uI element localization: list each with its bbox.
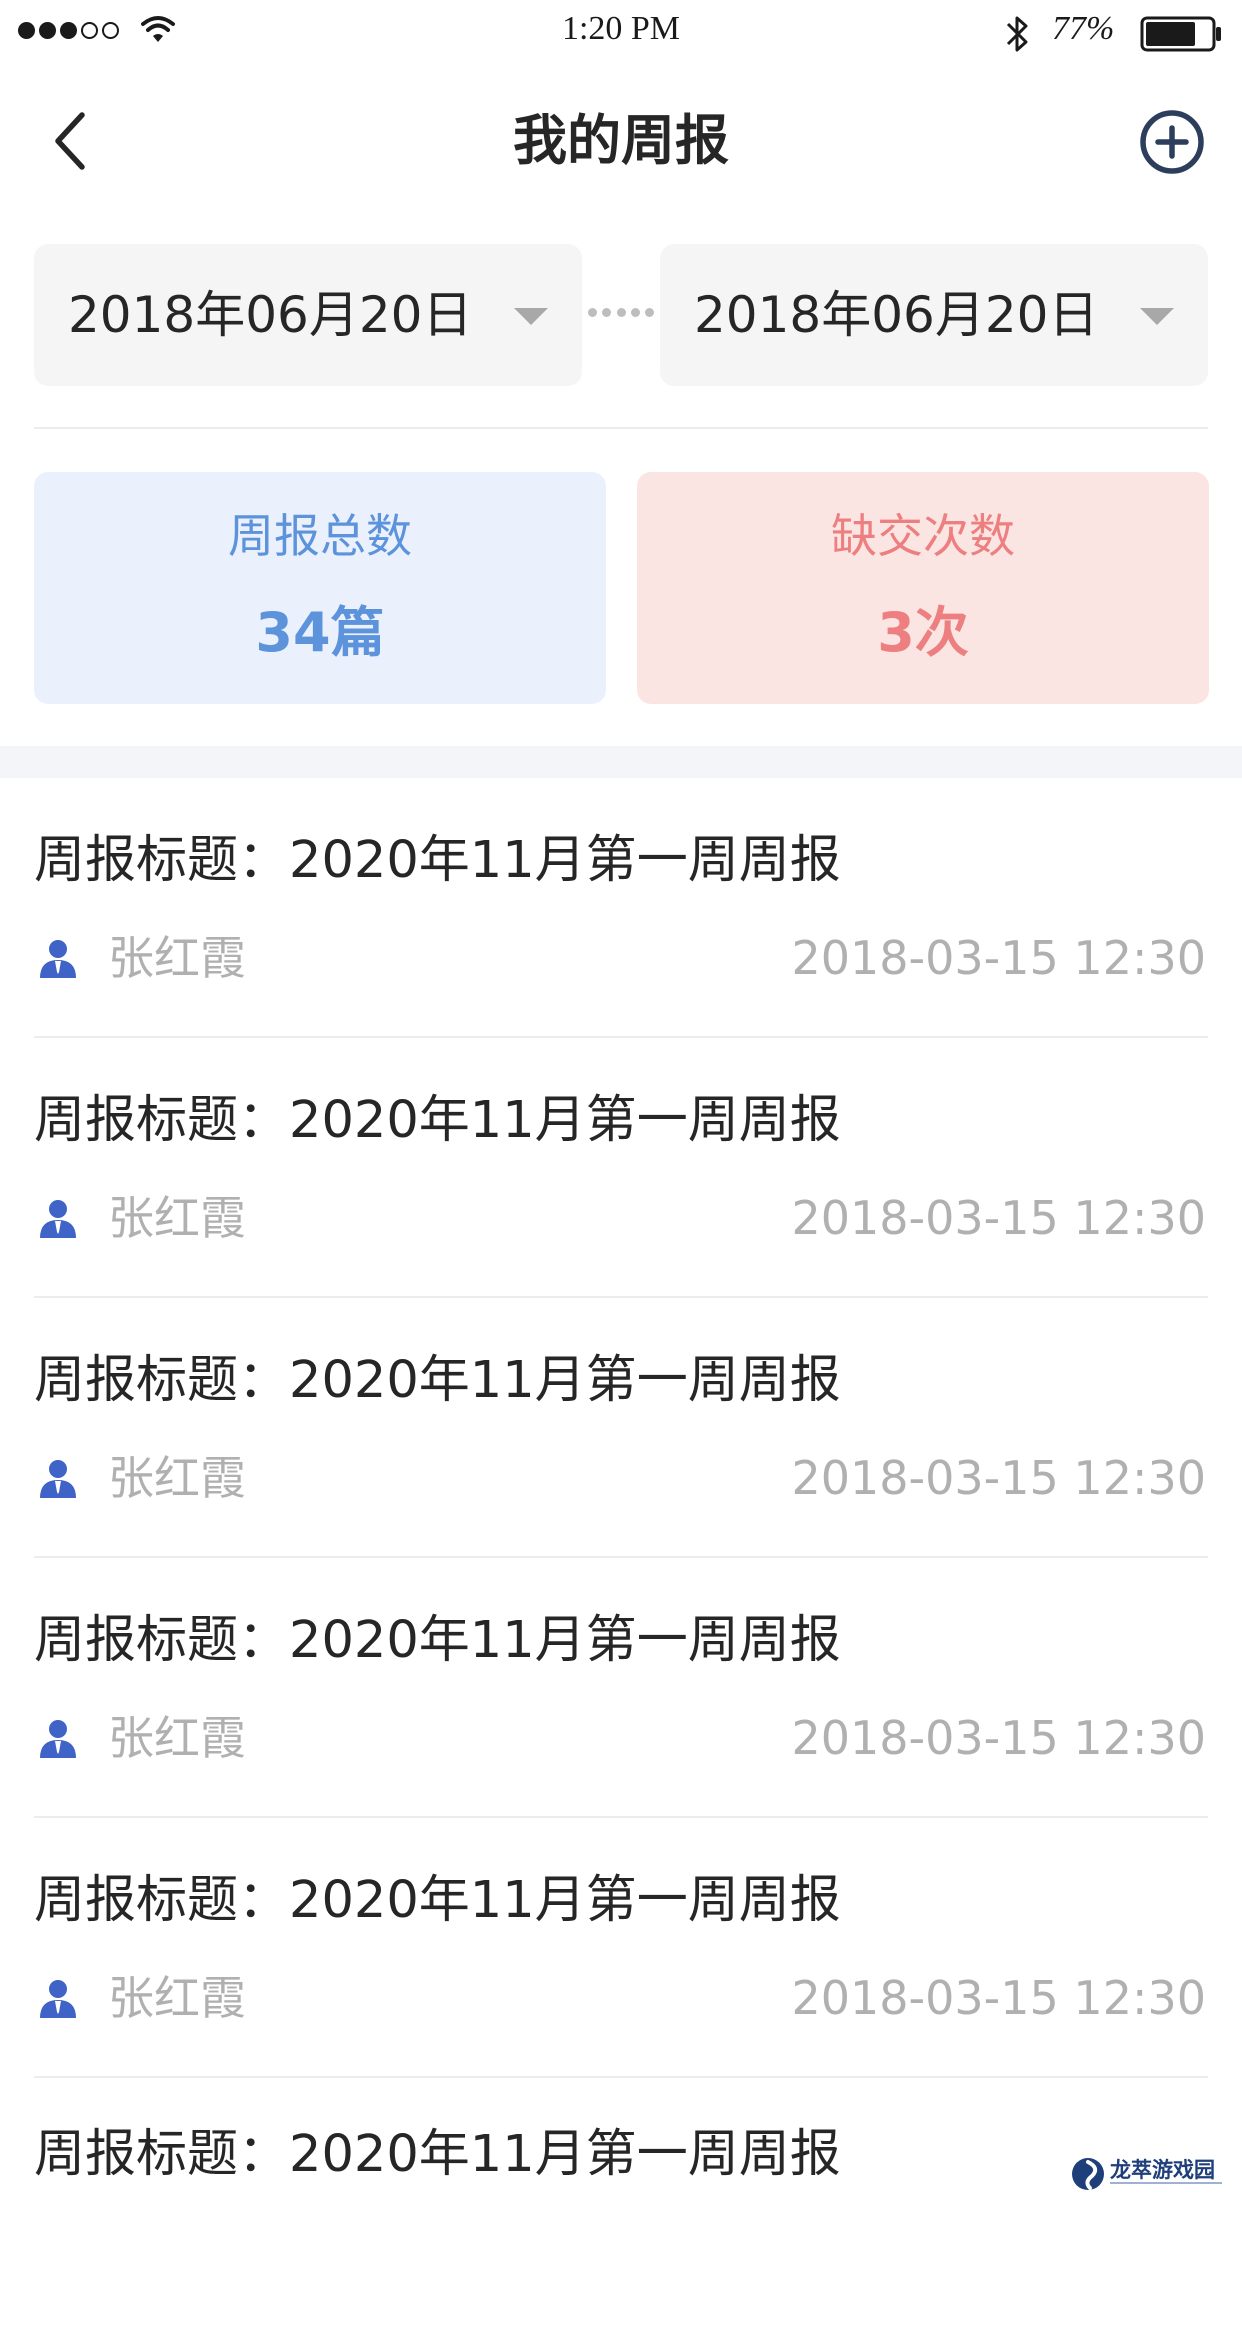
logo-icon bbox=[1072, 2158, 1104, 2190]
list-item[interactable]: 周报标题：2020年11月第一周周报 张红霞 2018-03-15 12:30 bbox=[0, 1298, 1242, 1558]
report-title: 周报标题：2020年11月第一周周报 bbox=[34, 1611, 841, 1670]
status-bar: 1:20 PM 77% bbox=[0, 0, 1242, 66]
report-time: 2018-03-15 12:30 bbox=[791, 1191, 1206, 1245]
nav-bar: 我的周报 bbox=[0, 76, 1242, 204]
section-separator bbox=[0, 746, 1242, 778]
end-date-select[interactable]: 2018年06月20日 bbox=[660, 244, 1208, 386]
watermark-underline bbox=[1110, 2182, 1222, 2184]
missed-reports-card: 缺交次数 3次 bbox=[637, 472, 1209, 704]
date-range-filter: 2018年06月20日 2018年06月20日 bbox=[34, 244, 1208, 386]
battery-percentage: 77% bbox=[1052, 10, 1115, 47]
missed-reports-label: 缺交次数 bbox=[831, 509, 1015, 563]
list-item[interactable]: 周报标题：2020年11月第一周周报 张红霞 2018-03-15 12:30 bbox=[0, 778, 1242, 1038]
total-reports-value: 34篇 bbox=[255, 601, 385, 664]
list-item[interactable]: 周报标题：2020年11月第一周周报 bbox=[0, 2078, 1242, 2338]
start-date-value: 2018年06月20日 bbox=[68, 286, 473, 344]
plus-circle-icon bbox=[1140, 110, 1204, 174]
date-range-separator bbox=[588, 308, 654, 320]
report-author: 张红霞 bbox=[108, 931, 246, 985]
report-title: 周报标题：2020年11月第一周周报 bbox=[34, 1091, 841, 1150]
report-author: 张红霞 bbox=[108, 1451, 246, 1505]
list-item[interactable]: 周报标题：2020年11月第一周周报 张红霞 2018-03-15 12:30 bbox=[0, 1818, 1242, 2078]
user-icon bbox=[40, 1720, 76, 1758]
report-author: 张红霞 bbox=[108, 1711, 246, 1765]
report-title: 周报标题：2020年11月第一周周报 bbox=[34, 1351, 841, 1410]
user-icon bbox=[40, 940, 76, 978]
report-title: 周报标题：2020年11月第一周周报 bbox=[34, 831, 841, 890]
report-list: 周报标题：2020年11月第一周周报 张红霞 2018-03-15 12:30 … bbox=[0, 778, 1242, 2338]
list-item[interactable]: 周报标题：2020年11月第一周周报 张红霞 2018-03-15 12:30 bbox=[0, 1038, 1242, 1298]
report-time: 2018-03-15 12:30 bbox=[791, 1711, 1206, 1765]
total-reports-card: 周报总数 34篇 bbox=[34, 472, 606, 704]
report-title: 周报标题：2020年11月第一周周报 bbox=[34, 1871, 841, 1930]
user-icon bbox=[40, 1460, 76, 1498]
report-title: 周报标题：2020年11月第一周周报 bbox=[34, 2125, 841, 2184]
caret-down-icon bbox=[1140, 308, 1174, 325]
missed-reports-value: 3次 bbox=[877, 601, 969, 664]
watermark-text: 龙萃游戏园 bbox=[1110, 2158, 1215, 2182]
add-report-button[interactable] bbox=[1134, 104, 1210, 180]
user-icon bbox=[40, 1200, 76, 1238]
battery-icon bbox=[1140, 16, 1221, 52]
caret-down-icon bbox=[514, 308, 548, 325]
start-date-select[interactable]: 2018年06月20日 bbox=[34, 244, 582, 386]
report-time: 2018-03-15 12:30 bbox=[791, 1451, 1206, 1505]
list-item[interactable]: 周报标题：2020年11月第一周周报 张红霞 2018-03-15 12:30 bbox=[0, 1558, 1242, 1818]
bluetooth-icon bbox=[1006, 16, 1028, 52]
watermark-logo: 龙萃游戏园 bbox=[1068, 2150, 1232, 2200]
total-reports-label: 周报总数 bbox=[228, 509, 412, 563]
report-author: 张红霞 bbox=[108, 1191, 246, 1245]
report-time: 2018-03-15 12:30 bbox=[791, 931, 1206, 985]
page-title: 我的周报 bbox=[513, 109, 729, 172]
report-time: 2018-03-15 12:30 bbox=[791, 1971, 1206, 2025]
user-icon bbox=[40, 1980, 76, 2018]
end-date-value: 2018年06月20日 bbox=[694, 286, 1099, 344]
divider bbox=[34, 427, 1208, 429]
report-author: 张红霞 bbox=[108, 1971, 246, 2025]
